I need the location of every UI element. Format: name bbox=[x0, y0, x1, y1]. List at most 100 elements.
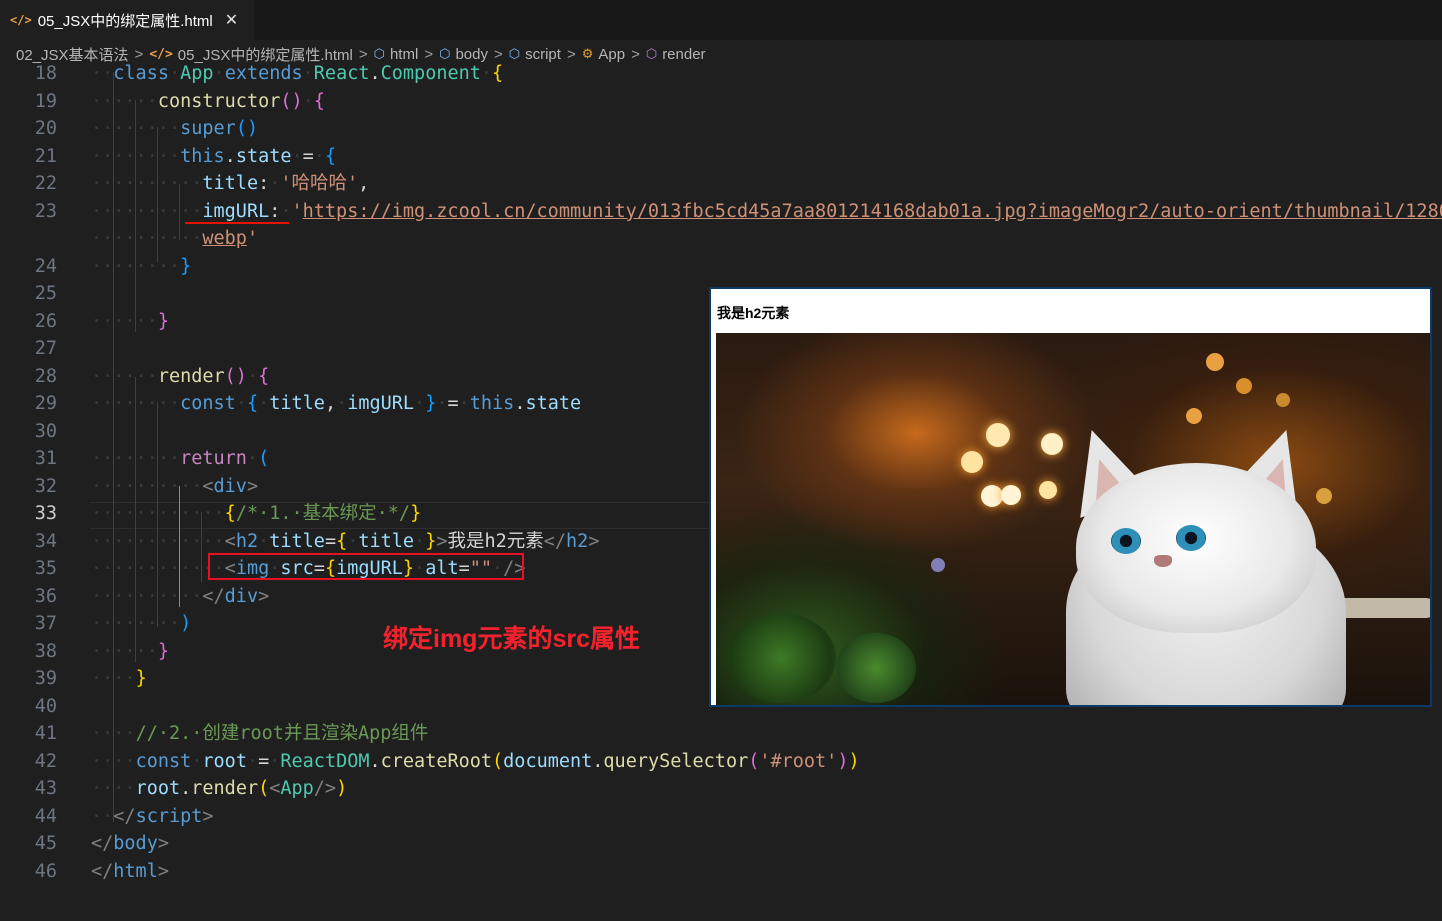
code-text: </html> bbox=[91, 858, 169, 886]
code-line[interactable]: 23··········imgURL:·'https://img.zcool.c… bbox=[0, 198, 1442, 226]
code-token: ·· bbox=[91, 750, 114, 772]
close-icon[interactable]: ✕ bbox=[225, 10, 238, 30]
code-token: ·· bbox=[91, 255, 114, 277]
breadcrumb-label: body bbox=[455, 45, 488, 63]
code-token: ) bbox=[180, 613, 192, 634]
img-tag-highlight-box bbox=[208, 553, 524, 580]
code-line[interactable]: 20 ········super() bbox=[0, 115, 1442, 143]
code-text: ··</script> bbox=[91, 803, 214, 831]
element-icon: ⬡ bbox=[373, 46, 385, 61]
code-token: this bbox=[469, 393, 515, 414]
code-token: ( bbox=[492, 750, 504, 772]
code-token: () bbox=[224, 365, 247, 387]
code-line[interactable]: 21 ········this.state·=·{ bbox=[0, 143, 1442, 171]
line-number: 36 bbox=[34, 585, 57, 607]
code-line[interactable]: 42 ····const·root·=·ReactDOM.createRoot(d… bbox=[0, 748, 1442, 776]
code-token: · bbox=[269, 750, 281, 772]
code-token: · bbox=[436, 393, 448, 414]
line-number: 38 bbox=[34, 640, 57, 662]
code-token: ( bbox=[258, 448, 270, 469]
code-token: render bbox=[191, 778, 259, 799]
code-token: ······ bbox=[113, 255, 181, 277]
line-number: 35 bbox=[34, 558, 57, 579]
code-token: } bbox=[157, 310, 169, 332]
code-text: ······render()·{ bbox=[91, 363, 269, 391]
breadcrumb-item[interactable]: ⬡ body bbox=[439, 46, 488, 63]
line-number: 44 bbox=[34, 805, 57, 827]
code-token: } bbox=[425, 393, 437, 414]
editor-tab[interactable]: </> 05_JSX中的绑定属性.html ✕ bbox=[0, 0, 254, 40]
code-token: title bbox=[358, 530, 415, 552]
code-line[interactable]: ··········webp' bbox=[0, 225, 1442, 253]
line-number: 46 bbox=[34, 860, 57, 882]
code-text: ······constructor()·{ bbox=[91, 88, 325, 116]
code-token: webp bbox=[202, 228, 247, 249]
breadcrumb-item[interactable]: ⚙ App bbox=[582, 46, 625, 63]
code-token: state bbox=[525, 393, 582, 414]
tab-bar: </> 05_JSX中的绑定属性.html ✕ bbox=[0, 0, 1442, 40]
code-token: ReactDOM bbox=[280, 750, 370, 772]
code-token: this bbox=[180, 145, 225, 167]
code-token: { bbox=[224, 503, 236, 524]
code-token: · bbox=[414, 393, 426, 414]
code-token: root bbox=[202, 750, 247, 772]
code-token: < bbox=[269, 778, 281, 799]
cat-nose bbox=[1154, 555, 1172, 567]
element-icon: ⬡ bbox=[439, 46, 451, 61]
chevron-right-icon: > bbox=[358, 45, 368, 63]
code-token: class bbox=[113, 63, 169, 84]
breadcrumb-item[interactable]: ⬡ render bbox=[646, 46, 706, 63]
code-token: () bbox=[235, 118, 259, 139]
code-token: · bbox=[313, 145, 325, 167]
code-token: { bbox=[336, 530, 348, 552]
code-token: ( bbox=[258, 778, 270, 799]
code-token: · bbox=[168, 63, 181, 84]
code-token: /> bbox=[313, 778, 337, 799]
code-token: ·········· bbox=[113, 503, 225, 524]
code-line[interactable]: 24 ········} bbox=[0, 253, 1442, 281]
breadcrumb-label: App bbox=[598, 45, 626, 63]
code-line[interactable]: 41 ····//·2.·创建root并且渲染App组件 bbox=[0, 720, 1442, 748]
code-token: ·· bbox=[91, 530, 114, 552]
code-token: > bbox=[202, 805, 214, 827]
code-text: ··········webp' bbox=[91, 225, 258, 253]
indent-guide bbox=[201, 512, 202, 582]
code-token: · bbox=[458, 393, 470, 414]
code-token: } bbox=[180, 255, 192, 277]
code-line[interactable]: 45 </body> bbox=[0, 830, 1442, 858]
code-token: · bbox=[191, 750, 203, 772]
code-token: · bbox=[269, 173, 281, 194]
code-token: div bbox=[224, 585, 259, 607]
breadcrumb-label: render bbox=[662, 45, 706, 63]
code-line[interactable]: 44 ··</script> bbox=[0, 803, 1442, 831]
code-line[interactable]: 46 </html> bbox=[0, 858, 1442, 886]
code-text: ······} bbox=[91, 308, 169, 336]
code-line[interactable]: 18 ··class·App·extends·React.Component·{ bbox=[0, 62, 1442, 88]
method-icon: ⬡ bbox=[645, 46, 658, 61]
preview-h2: 我是h2元素 bbox=[717, 305, 790, 321]
indent-guide bbox=[113, 72, 114, 822]
code-token: ·· bbox=[91, 310, 114, 332]
code-token: } bbox=[157, 640, 169, 662]
code-token: script bbox=[135, 805, 203, 827]
code-text: ········const·{·title,·imgURL·}·=·this.s… bbox=[91, 390, 581, 418]
code-token: · bbox=[258, 393, 270, 414]
code-token: > bbox=[258, 585, 270, 607]
breadcrumb-item[interactable]: ⬡ script bbox=[509, 46, 561, 63]
code-token: = bbox=[258, 750, 270, 772]
code-token: '哈哈哈' bbox=[280, 173, 359, 194]
code-line[interactable]: 22··········title:·'哈哈哈', bbox=[0, 170, 1442, 198]
cat-eye bbox=[1176, 525, 1206, 551]
code-line[interactable]: 43 ····root.render(<App/>) bbox=[0, 775, 1442, 803]
code-token: . bbox=[180, 778, 192, 799]
indent-guide bbox=[135, 377, 136, 662]
breadcrumb-item[interactable]: ⬡ html bbox=[374, 46, 419, 63]
code-token: ) bbox=[336, 778, 348, 799]
code-line[interactable]: 19······constructor()·{ bbox=[0, 88, 1442, 116]
code-text: ··········imgURL:·'https://img.zcool.cn/… bbox=[91, 198, 1442, 226]
code-token: ······ bbox=[113, 448, 181, 469]
code-token: ·· bbox=[91, 805, 114, 827]
code-token: ······ bbox=[113, 118, 181, 139]
code-token: </ bbox=[202, 585, 225, 607]
code-token: { bbox=[324, 145, 337, 167]
